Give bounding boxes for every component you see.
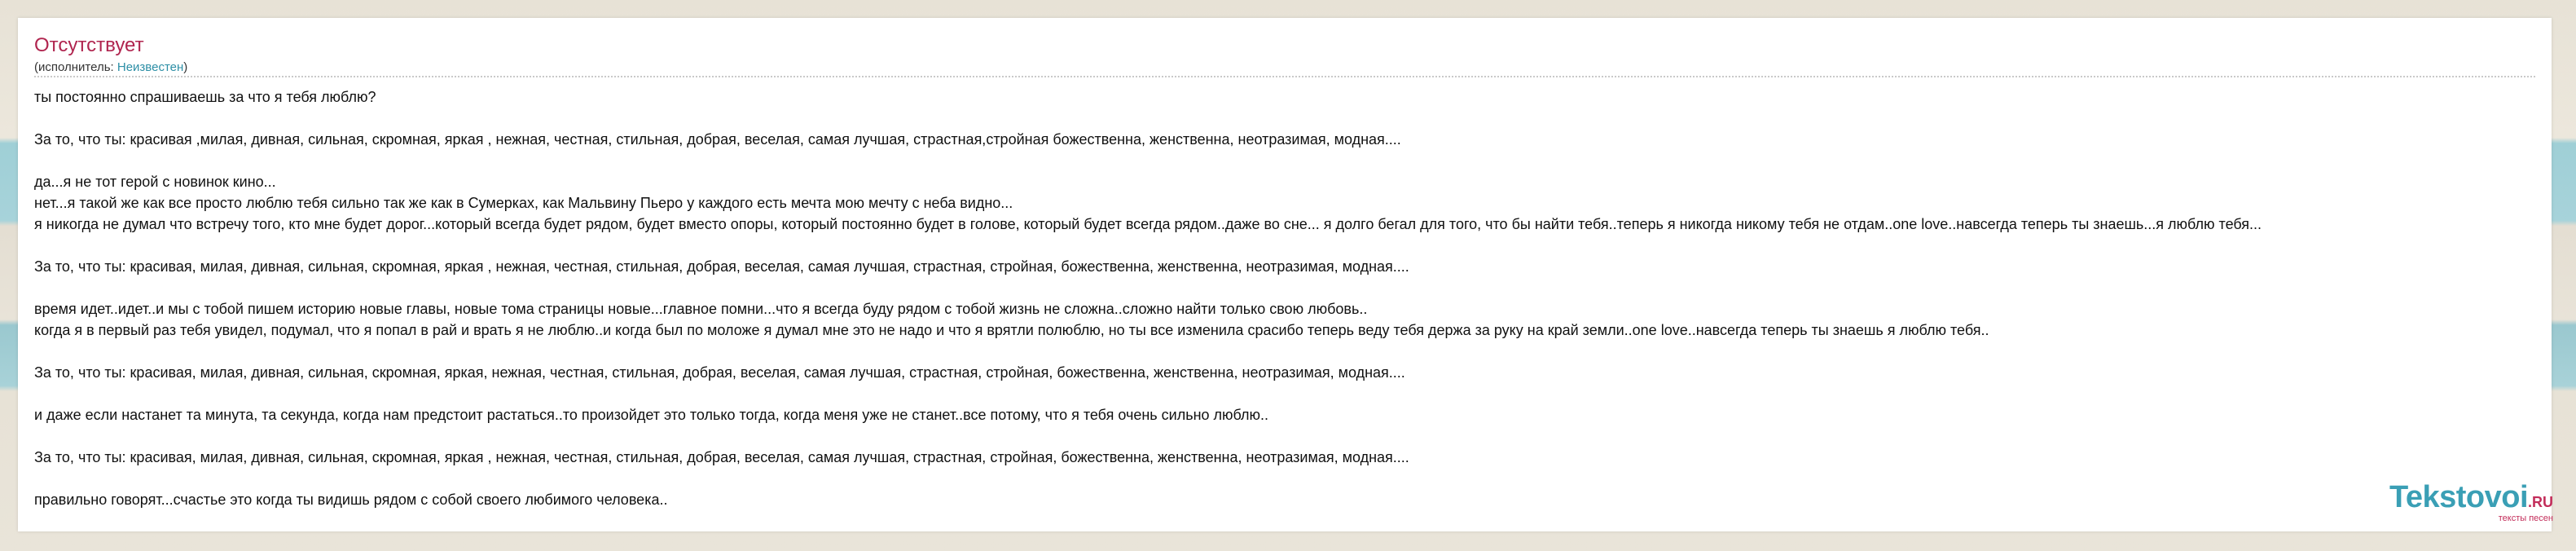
lyric-line: За то, что ты: красивая, милая, дивная, … (34, 258, 1409, 275)
artist-line: (исполнитель: Неизвестен) (34, 60, 187, 74)
lyric-line: За то, что ты: красивая ,милая, дивная, … (34, 131, 1401, 148)
lyric-line: я никогда не думал что встречу того, кто… (34, 216, 2262, 232)
lyric-gap (34, 383, 2576, 404)
lyrics-panel: Отсутствует (исполнитель: Неизвестен) ты… (18, 18, 2552, 531)
lyric-gap (34, 468, 2576, 489)
logo-tld: .RU (2528, 494, 2553, 510)
lyric-line: ты постоянно спрашиваешь за что я тебя л… (34, 89, 376, 105)
lyric-gap (34, 108, 2576, 129)
artist-suffix: ) (183, 60, 188, 74)
lyric-line: и даже если настанет та минута, та секун… (34, 407, 1269, 423)
logo-name: Tekstovoi (2389, 480, 2529, 514)
site-logo[interactable]: Tekstovoi.RU тексты песен (2389, 482, 2553, 523)
lyric-line: За то, что ты: красивая, милая, дивная, … (34, 449, 1409, 465)
song-title: Отсутствует (34, 34, 144, 56)
lyric-gap (34, 425, 2576, 447)
lyric-line: да...я не тот герой с новинок кино... (34, 174, 276, 190)
artist-prefix: (исполнитель: (34, 60, 117, 74)
lyric-gap (34, 235, 2576, 256)
lyric-gap (34, 341, 2576, 362)
logo-tagline: тексты песен (2498, 514, 2553, 523)
divider (34, 76, 2535, 77)
lyrics-text: ты постоянно спрашиваешь за что я тебя л… (34, 86, 2576, 510)
lyric-line: время идет..идет..и мы с тобой пишем ист… (34, 301, 1368, 317)
lyric-line: За то, что ты: красивая, милая, дивная, … (34, 364, 1405, 381)
lyric-gap (34, 150, 2576, 171)
lyric-line: когда я в первый раз тебя увидел, подума… (34, 322, 1989, 338)
lyric-line: правильно говорят...счастье это когда ты… (34, 491, 668, 508)
lyric-gap (34, 277, 2576, 298)
artist-link[interactable]: Неизвестен (117, 60, 183, 74)
lyric-line: нет...я такой же как все просто люблю те… (34, 195, 1013, 211)
